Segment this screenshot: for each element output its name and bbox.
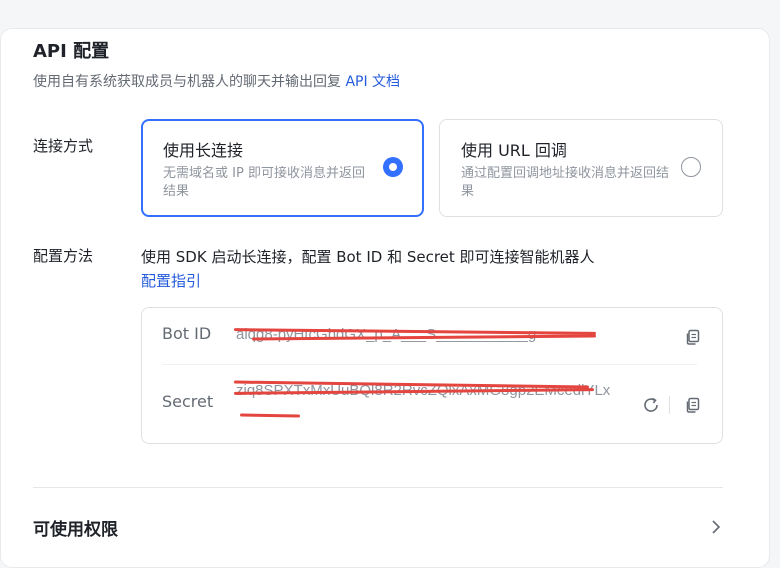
radio-unselected-icon[interactable]	[681, 157, 701, 177]
api-docs-link[interactable]: API 文档	[345, 74, 400, 90]
redaction-mark	[239, 413, 301, 418]
config-method-label: 配置方法	[33, 247, 94, 265]
option-description: 通过配置回调地址接收消息并返回结果	[461, 166, 670, 199]
permissions-title[interactable]: 可使用权限	[33, 515, 118, 540]
option-title: 使用长连接	[163, 141, 244, 160]
description-text: 使用自有系统获取成员与机器人的聊天并输出回复	[33, 74, 341, 90]
secret-label: Secret	[162, 392, 214, 411]
refresh-icon[interactable]	[642, 396, 660, 414]
chevron-right-icon[interactable]	[709, 518, 723, 536]
config-guide-link[interactable]: 配置指引	[141, 272, 201, 290]
connection-method-label: 连接方式	[33, 137, 94, 155]
option-description: 无需域名或 IP 即可接收消息并返回结果	[163, 166, 365, 199]
credentials-divider	[162, 364, 697, 365]
option-url-callback[interactable]: 使用 URL 回调 通过配置回调地址接收消息并返回结果	[439, 119, 723, 217]
api-config-card: API 配置 使用自有系统获取成员与机器人的聊天并输出回复 API 文档 连接方…	[0, 28, 770, 568]
credentials-box: Bot ID aiqg8-pyHtcGhdGX_p_A___S_________…	[141, 307, 723, 444]
section-divider	[33, 487, 723, 488]
copy-icon[interactable]	[684, 328, 702, 346]
option-title: 使用 URL 回调	[461, 141, 567, 160]
config-method-description: 使用 SDK 启动长连接，配置 Bot ID 和 Secret 即可连接智能机器…	[141, 248, 595, 266]
icon-separator	[669, 396, 670, 414]
bot-id-label: Bot ID	[162, 324, 212, 343]
section-title: API 配置	[33, 41, 110, 62]
config-method-text: 使用 SDK 启动长连接，配置 Bot ID 和 Secret 即可连接智能机器…	[141, 245, 701, 293]
copy-icon[interactable]	[684, 396, 702, 414]
section-description: 使用自有系统获取成员与机器人的聊天并输出回复 API 文档	[33, 71, 400, 91]
radio-selected-icon[interactable]	[383, 157, 403, 177]
option-long-connection[interactable]: 使用长连接 无需域名或 IP 即可接收消息并返回结果	[141, 119, 424, 217]
